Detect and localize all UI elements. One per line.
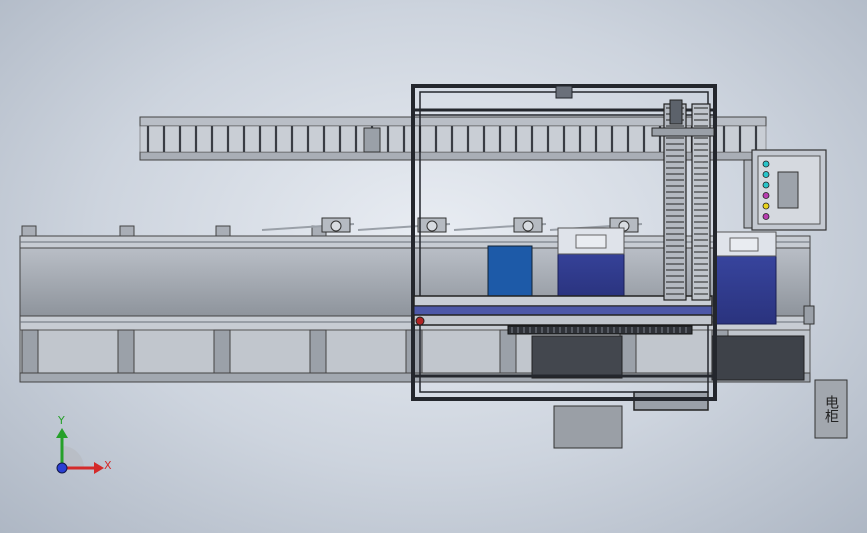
indicator-lamp-icon	[762, 202, 770, 210]
base-tab	[215, 225, 231, 237]
base-tab	[21, 225, 37, 237]
roller-icon	[426, 220, 438, 232]
electric-cabinet-label: 电柜	[823, 395, 839, 423]
blue-machine-left	[557, 227, 625, 299]
floor-box	[553, 405, 623, 449]
cad-viewport[interactable]: 电柜 Y X	[0, 0, 867, 533]
base-leg	[309, 329, 327, 374]
lower-drive-box-left	[531, 335, 623, 379]
base-leg	[21, 329, 39, 374]
base-leg	[499, 329, 517, 374]
base-tab	[119, 225, 135, 237]
indicator-lamp-icon	[762, 192, 770, 199]
roller-icon	[522, 220, 534, 232]
control-panel	[743, 149, 827, 231]
lower-drive-box-right	[711, 335, 805, 381]
triad-y-label: Y	[58, 414, 65, 427]
roller-icon	[330, 220, 342, 232]
indicator-lamp-icon	[762, 160, 770, 168]
base-leg	[213, 329, 231, 374]
blue-machine-right	[713, 231, 777, 325]
indicator-lamp-icon	[762, 171, 770, 178]
indicator-lamp-icon	[762, 181, 770, 189]
side-bracket	[803, 305, 815, 325]
triad-x-label: X	[104, 459, 112, 472]
base-leg	[117, 329, 135, 374]
blue-door-panel	[487, 245, 533, 299]
indicator-lamp-icon	[762, 213, 770, 220]
assembly-drawing	[19, 84, 848, 449]
